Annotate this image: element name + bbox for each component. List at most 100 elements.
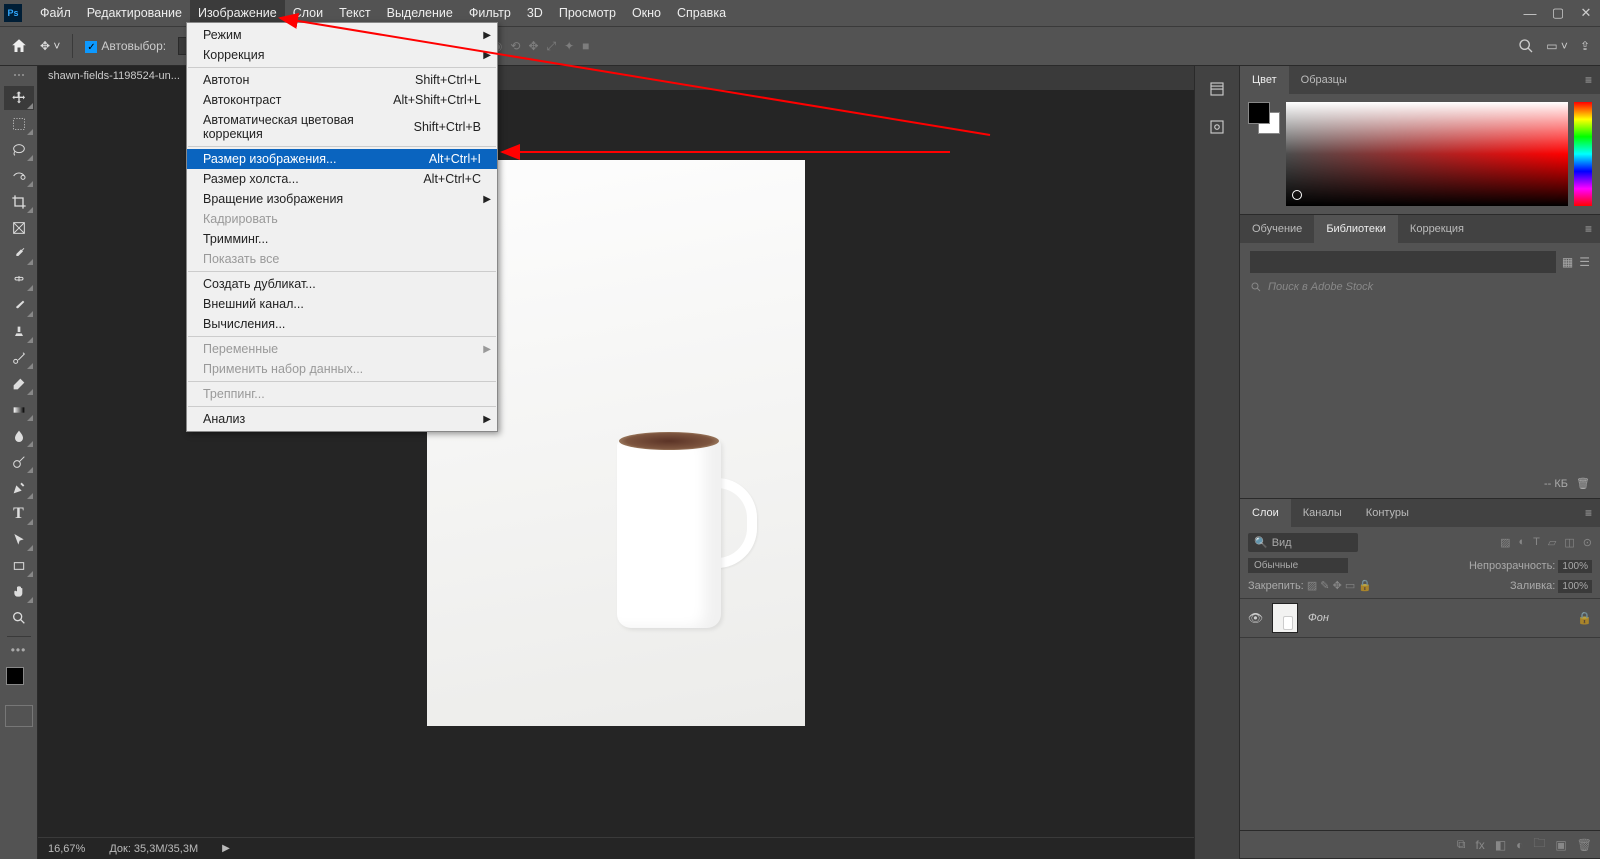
clone-stamp-tool[interactable]: [4, 320, 34, 344]
menu-item-автоконтраст[interactable]: АвтоконтрастAlt+Shift+Ctrl+L: [187, 90, 497, 110]
filter-adjustment-icon[interactable]: ◐: [1519, 536, 1526, 549]
tab-paths[interactable]: Контуры: [1354, 499, 1421, 527]
path-selection-tool[interactable]: [4, 528, 34, 552]
menu-item-внешний-канал---[interactable]: Внешний канал...: [187, 294, 497, 314]
grid-view-icon[interactable]: ▦: [1562, 255, 1573, 269]
delete-layer-icon[interactable]: 🗑: [1577, 838, 1592, 852]
blur-tool[interactable]: [4, 424, 34, 448]
menu-item-тримминг---[interactable]: Тримминг...: [187, 229, 497, 249]
menu-item-режим[interactable]: Режим▶: [187, 25, 497, 45]
home-icon[interactable]: [10, 37, 28, 55]
menu-редактирование[interactable]: Редактирование: [79, 0, 190, 26]
tab-adjustments[interactable]: Коррекция: [1398, 215, 1476, 243]
share-icon[interactable]: ⇪: [1580, 39, 1590, 53]
fg-bg-color-swatch[interactable]: [1248, 102, 1280, 134]
list-view-icon[interactable]: ☰: [1579, 255, 1590, 269]
opacity-value[interactable]: 100%: [1558, 560, 1592, 573]
crop-tool[interactable]: [4, 190, 34, 214]
lock-all-icon[interactable]: 🔒: [1358, 580, 1372, 592]
window-close[interactable]: ✕: [1572, 0, 1600, 26]
layer-mask-icon[interactable]: ◧: [1495, 838, 1506, 852]
brush-tool[interactable]: [4, 294, 34, 318]
menu-item-анализ[interactable]: Анализ▶: [187, 409, 497, 429]
panel-menu-icon[interactable]: ≡: [1577, 66, 1600, 94]
history-panel-icon[interactable]: [1202, 74, 1232, 104]
filter-smart-icon[interactable]: ◫: [1564, 536, 1574, 549]
document-tab[interactable]: shawn-fields-1198524-un...: [38, 66, 190, 90]
menu-окно[interactable]: Окно: [624, 0, 669, 26]
toolbar-grip[interactable]: [4, 74, 34, 80]
filter-toggle[interactable]: ⊙: [1583, 536, 1592, 549]
filter-type-icon[interactable]: T: [1533, 536, 1540, 549]
auto-select-checkbox[interactable]: ✓Автовыбор:: [85, 39, 166, 54]
properties-panel-icon[interactable]: [1202, 112, 1232, 142]
layer-style-icon[interactable]: fx: [1475, 838, 1484, 852]
history-brush-tool[interactable]: [4, 346, 34, 370]
menu-item-вычисления---[interactable]: Вычисления...: [187, 314, 497, 334]
fill-value[interactable]: 100%: [1558, 580, 1592, 593]
zoom-tool[interactable]: [4, 606, 34, 630]
lasso-tool[interactable]: [4, 138, 34, 162]
menu-3d[interactable]: 3D: [519, 0, 551, 26]
layer-row[interactable]: 👁 Фон 🔒: [1240, 598, 1600, 638]
tab-channels[interactable]: Каналы: [1291, 499, 1354, 527]
healing-brush-tool[interactable]: [4, 268, 34, 292]
move-tool[interactable]: [4, 86, 34, 110]
trash-icon[interactable]: 🗑: [1576, 477, 1590, 490]
rectangle-tool[interactable]: [4, 554, 34, 578]
type-tool[interactable]: T: [4, 502, 34, 526]
menu-item-создать-дубликат---[interactable]: Создать дубликат...: [187, 274, 497, 294]
hue-slider[interactable]: [1574, 102, 1592, 206]
window-maximize[interactable]: ▢: [1544, 0, 1572, 26]
menu-файл[interactable]: Файл: [32, 0, 79, 26]
layer-filter[interactable]: 🔍 Вид: [1248, 533, 1358, 552]
menu-item-коррекция[interactable]: Коррекция▶: [187, 45, 497, 65]
adjustment-layer-icon[interactable]: ◐: [1516, 838, 1523, 852]
tab-libraries[interactable]: Библиотеки: [1314, 215, 1398, 243]
new-layer-icon[interactable]: ▣: [1555, 838, 1566, 852]
menu-просмотр[interactable]: Просмотр: [551, 0, 624, 26]
eyedropper-tool[interactable]: [4, 242, 34, 266]
menu-справка[interactable]: Справка: [669, 0, 734, 26]
filter-pixel-icon[interactable]: ▨: [1500, 536, 1510, 549]
zoom-level[interactable]: 16,67%: [48, 843, 85, 855]
menu-item-автоматическая-цветовая-коррекция[interactable]: Автоматическая цветовая коррекцияShift+C…: [187, 110, 497, 144]
tab-color[interactable]: Цвет: [1240, 66, 1289, 94]
library-search[interactable]: Поиск в Adobe Stock: [1250, 281, 1590, 293]
document-info[interactable]: Док: 35,3M/35,3M: [109, 843, 198, 855]
library-selector[interactable]: [1250, 251, 1556, 273]
pen-tool[interactable]: [4, 476, 34, 500]
color-field[interactable]: [1286, 102, 1568, 206]
marquee-tool[interactable]: [4, 112, 34, 136]
layer-thumbnail[interactable]: [1272, 603, 1298, 633]
move-tool-indicator[interactable]: ✥ ˅: [40, 39, 60, 53]
tab-layers[interactable]: Слои: [1240, 499, 1291, 527]
tab-swatches[interactable]: Образцы: [1289, 66, 1359, 94]
visibility-toggle[interactable]: 👁: [1248, 611, 1262, 625]
edit-toolbar-icon[interactable]: •••: [11, 643, 27, 657]
lock-artboard-icon[interactable]: ▭: [1345, 580, 1355, 592]
workspace-switcher-icon[interactable]: ▭ ˅: [1546, 39, 1568, 53]
tab-learn[interactable]: Обучение: [1240, 215, 1314, 243]
search-icon[interactable]: [1518, 38, 1534, 54]
filter-shape-icon[interactable]: ▱: [1548, 536, 1556, 549]
panel-menu-icon[interactable]: ≡: [1577, 215, 1600, 243]
image-menu-dropdown[interactable]: Режим▶Коррекция▶ АвтотонShift+Ctrl+LАвток…: [186, 22, 498, 432]
quick-mask-toggle[interactable]: [5, 705, 33, 727]
gradient-tool[interactable]: [4, 398, 34, 422]
color-swatches[interactable]: [6, 667, 32, 693]
link-layers-icon[interactable]: ⧉: [1457, 837, 1466, 852]
frame-tool[interactable]: [4, 216, 34, 240]
menu-item-размер-изображения---[interactable]: Размер изображения...Alt+Ctrl+I: [187, 149, 497, 169]
chevron-right-icon[interactable]: ▶: [222, 843, 230, 854]
panel-menu-icon[interactable]: ≡: [1577, 499, 1600, 527]
menu-item-автотон[interactable]: АвтотонShift+Ctrl+L: [187, 70, 497, 90]
layer-group-icon[interactable]: 🗀: [1533, 834, 1545, 855]
menu-item-вращение-изображения[interactable]: Вращение изображения▶: [187, 189, 497, 209]
window-minimize[interactable]: —: [1516, 0, 1544, 26]
blend-mode-dropdown[interactable]: Обычные: [1248, 558, 1348, 573]
hand-tool[interactable]: [4, 580, 34, 604]
quick-selection-tool[interactable]: [4, 164, 34, 188]
layer-name[interactable]: Фон: [1308, 612, 1329, 624]
menu-item-размер-холста---[interactable]: Размер холста...Alt+Ctrl+C: [187, 169, 497, 189]
